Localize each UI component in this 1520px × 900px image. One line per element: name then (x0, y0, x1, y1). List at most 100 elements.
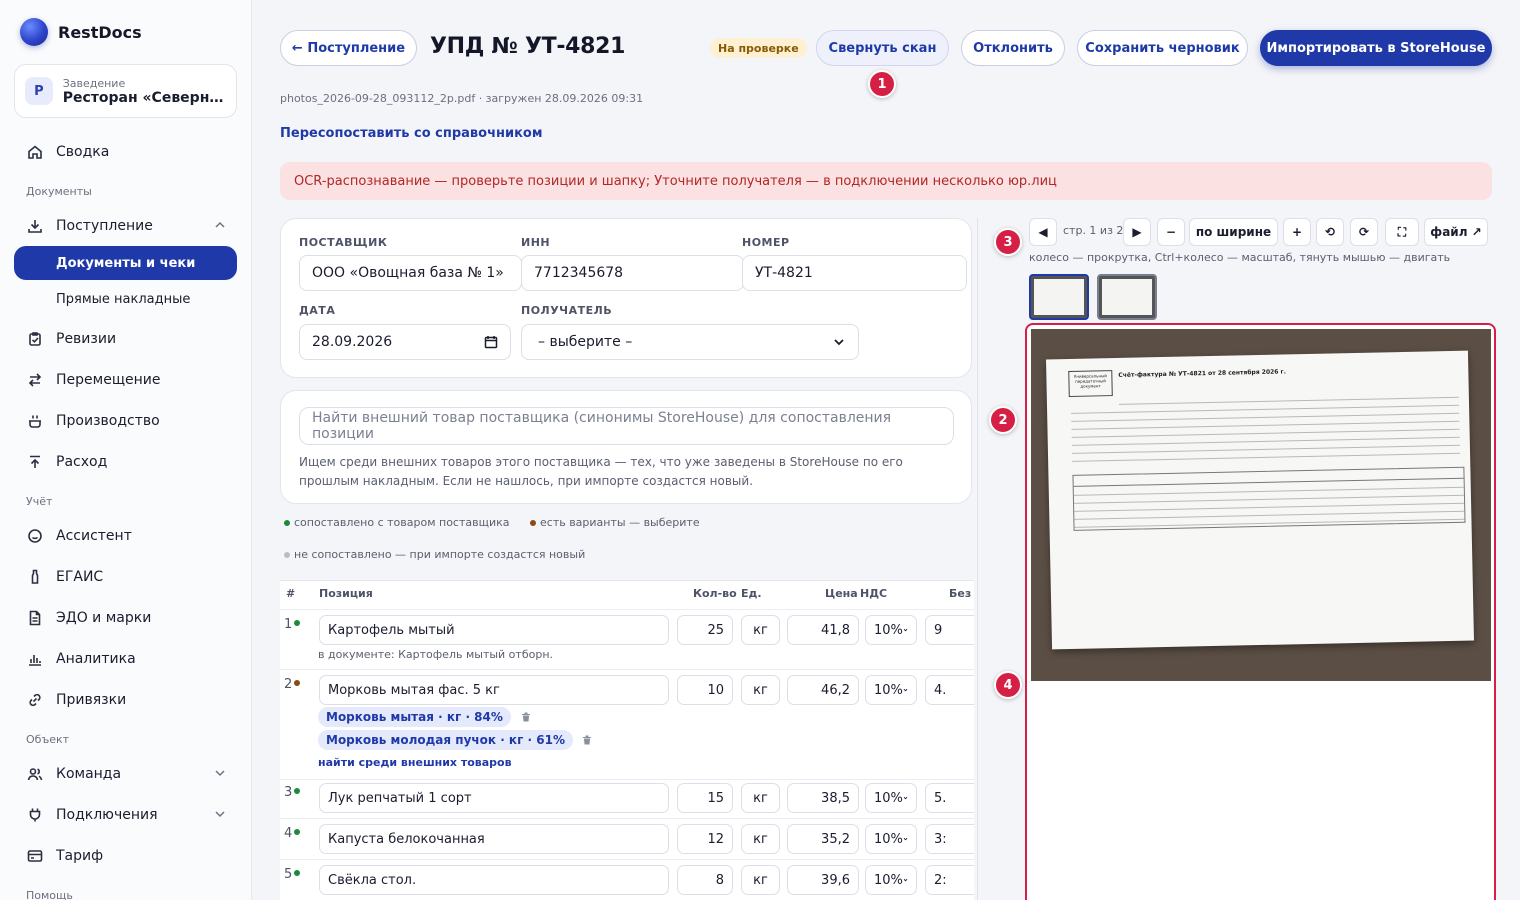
page-thumbnail-2[interactable] (1097, 274, 1157, 320)
green-dot-icon (284, 519, 290, 526)
open-file-button[interactable]: файл ↗ (1424, 218, 1488, 246)
matched-status-icon (294, 788, 301, 794)
position-name-input[interactable]: Свёкла стол. (319, 865, 669, 895)
clipboard-icon (26, 330, 44, 348)
nav-egais[interactable]: ЕГАИС (14, 560, 237, 594)
divider (1074, 494, 1464, 504)
zoom-out-button[interactable]: − (1157, 218, 1185, 246)
vat-select[interactable]: 10% (865, 824, 917, 854)
divider (1071, 404, 1460, 414)
inn-field[interactable]: 7712345678 (521, 255, 744, 291)
legend-variants: есть варианты — выберите (530, 516, 700, 529)
qty-input[interactable]: 10 (677, 675, 733, 705)
nav-dashboard[interactable]: Сводка (14, 135, 237, 169)
nav-team[interactable]: Команда (14, 757, 237, 791)
rotate-right-button[interactable]: ⟳ (1350, 218, 1378, 246)
vat-select[interactable]: 10% (865, 865, 917, 895)
chevron-down-icon (213, 807, 227, 821)
import-button[interactable]: Импортировать в StoreHouse (1260, 30, 1492, 66)
remap-link[interactable]: Пересопоставить со справочником (280, 126, 542, 141)
price-input[interactable]: 35,2 (787, 824, 859, 854)
venue-selector[interactable]: Р Заведение Ресторан «Северный ... (14, 64, 237, 118)
download-icon (26, 217, 44, 235)
qty-input[interactable]: 15 (677, 783, 733, 813)
price-input[interactable]: 38,5 (787, 783, 859, 813)
trash-icon[interactable] (581, 734, 593, 746)
qty-input[interactable]: 25 (677, 615, 733, 645)
chevron-down-icon (213, 766, 227, 780)
nav-revisions[interactable]: Ревизии (14, 322, 237, 356)
novat-input[interactable]: 3: (925, 824, 974, 854)
unit-input[interactable]: кг (741, 783, 780, 813)
nav-analytics[interactable]: Аналитика (14, 642, 237, 676)
supplier-field[interactable]: ООО «Овощная база № 1» (299, 255, 522, 291)
position-name-input[interactable]: Капуста белокочанная (319, 824, 669, 854)
external-product-search[interactable]: Найти внешний товар поставщика (синонимы… (299, 407, 954, 445)
find-external-link[interactable]: найти среди внешних товаров (318, 756, 512, 769)
next-page-button[interactable]: ▶ (1123, 218, 1151, 246)
nav-sub-direct[interactable]: Прямые накладные (14, 282, 237, 316)
nav-sub-documents[interactable]: Документы и чеки (14, 246, 237, 280)
rotate-left-button[interactable]: ⟲ (1316, 218, 1344, 246)
nav-production[interactable]: Производство (14, 404, 237, 438)
chevron-down-icon (832, 335, 846, 349)
position-name-input[interactable]: Морковь мытая фас. 5 кг (319, 675, 669, 705)
ocr-alert: OCR-распознавание — проверьте позиции и … (280, 162, 1492, 200)
date-label: ДАТА (299, 304, 336, 317)
back-button[interactable]: ← Поступление (280, 30, 417, 66)
brand[interactable]: RestDocs (20, 18, 142, 46)
row-number: 3 (284, 785, 301, 800)
price-input[interactable]: 46,2 (787, 675, 859, 705)
nav-incoming[interactable]: Поступление (14, 209, 237, 243)
prev-page-button[interactable]: ◀ (1029, 218, 1057, 246)
vat-select[interactable]: 10% (865, 675, 917, 705)
save-draft-button[interactable]: Сохранить черновик (1077, 30, 1248, 66)
nav-label: Аналитика (56, 651, 136, 667)
brand-name: RestDocs (58, 22, 142, 42)
novat-input[interactable]: 2: (925, 865, 974, 895)
novat-input[interactable]: 5. (925, 783, 974, 813)
col-vat: НДС (860, 587, 888, 600)
unit-input[interactable]: кг (741, 615, 780, 645)
nav-edo[interactable]: ЭДО и марки (14, 601, 237, 635)
trash-icon[interactable] (520, 711, 532, 723)
qty-input[interactable]: 8 (677, 865, 733, 895)
unit-input[interactable]: кг (741, 865, 780, 895)
price-input[interactable]: 41,8 (787, 615, 859, 645)
novat-input[interactable]: 4. (925, 675, 974, 705)
scan-viewer[interactable]: Универсальный передаточный документ Счёт… (1025, 323, 1496, 900)
match-variant-chip[interactable]: Морковь мытая · кг · 84% (318, 707, 511, 727)
novat-input[interactable]: 9 (925, 615, 974, 645)
qty-input[interactable]: 12 (677, 824, 733, 854)
collapse-scan-button[interactable]: Свернуть скан (816, 30, 949, 66)
calendar-icon[interactable] (484, 335, 498, 349)
chevron-down-icon (903, 796, 908, 800)
match-variant-chip[interactable]: Морковь молодая пучок · кг · 61% (318, 730, 573, 750)
vat-select[interactable]: 10% (865, 783, 917, 813)
nav-bindings[interactable]: Привязки (14, 683, 237, 717)
annotation-marker: 2 (989, 406, 1017, 434)
nav-tariff[interactable]: Тариф (14, 839, 237, 873)
unit-input[interactable]: кг (741, 824, 780, 854)
nav-assistant[interactable]: Ассистент (14, 519, 237, 553)
reject-button[interactable]: Отклонить (961, 30, 1065, 66)
vat-select[interactable]: 10% (865, 615, 917, 645)
price-input[interactable]: 39,6 (787, 865, 859, 895)
position-name-input[interactable]: Лук репчатый 1 сорт (319, 783, 669, 813)
unit-input[interactable]: кг (741, 675, 780, 705)
number-field[interactable]: УТ-4821 (742, 255, 967, 291)
nav-expense[interactable]: Расход (14, 445, 237, 479)
annotation-marker: 1 (868, 70, 896, 98)
nav-connections[interactable]: Подключения (14, 798, 237, 832)
divider (280, 818, 974, 819)
chevron-down-icon (903, 837, 908, 841)
date-field[interactable]: 28.09.2026 (299, 324, 511, 360)
position-name-input[interactable]: Картофель мытый (319, 615, 669, 645)
fit-width-button[interactable]: по ширине (1189, 218, 1278, 246)
recipient-select[interactable]: – выберите – (521, 324, 859, 360)
divider (280, 609, 974, 610)
page-thumbnail-1[interactable] (1029, 274, 1089, 320)
zoom-in-button[interactable]: + (1283, 218, 1311, 246)
fullscreen-button[interactable]: ⛶ (1385, 218, 1419, 246)
nav-transfer[interactable]: Перемещение (14, 363, 237, 397)
